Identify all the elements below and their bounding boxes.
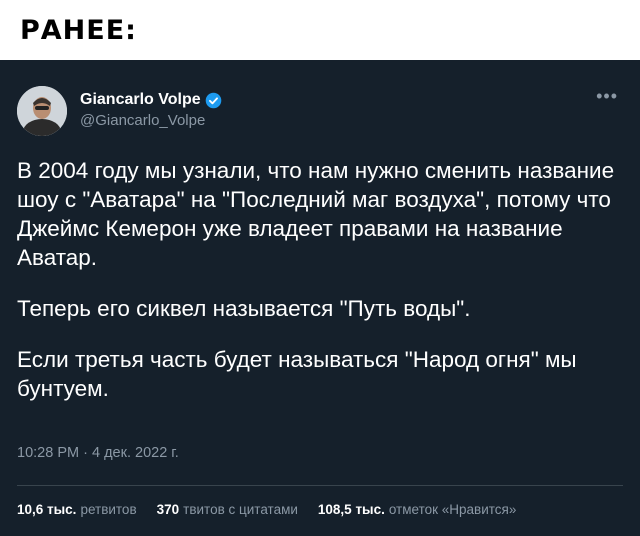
more-options-icon[interactable]: •••: [596, 86, 618, 107]
separator: ·: [83, 445, 88, 461]
tweet-time: 10:28 PM: [17, 445, 80, 461]
verified-badge-icon: [205, 92, 221, 108]
tweet-card: Giancarlo Volpe @Giancarlo_Volpe ••• В 2…: [0, 60, 640, 536]
retweets-count: 10,6 тыс.: [17, 502, 77, 517]
likes-label: отметок «Нравится»: [388, 502, 517, 517]
avatar[interactable]: [17, 86, 67, 136]
top-banner: РАНЕЕ:: [0, 0, 640, 60]
author-name-row: Giancarlo Volpe: [80, 91, 222, 109]
likes-count: 108,5 тыс.: [317, 502, 385, 517]
banner-label: РАНЕЕ:: [20, 15, 137, 46]
quotes-label: твитов с цитатами: [183, 502, 298, 517]
quotes-stat[interactable]: 370 твитов с цитатами: [157, 502, 298, 517]
tweet-timestamp[interactable]: 10:28 PM · 4 дек. 2022 г.: [17, 445, 179, 461]
quotes-count: 370: [156, 502, 180, 517]
divider: [17, 485, 623, 486]
user-handle[interactable]: @Giancarlo_Volpe: [80, 112, 205, 129]
tweet-text: В 2004 году мы узнали, что нам нужно сме…: [17, 156, 627, 425]
likes-stat[interactable]: 108,5 тыс. отметок «Нравится»: [318, 502, 516, 517]
display-name[interactable]: Giancarlo Volpe: [80, 91, 201, 109]
tweet-paragraph: В 2004 году мы узнали, что нам нужно сме…: [17, 158, 615, 270]
tweet-paragraph: Если третья часть будет называться "Наро…: [17, 347, 577, 401]
tweet-paragraph: Теперь его сиквел называется "Путь воды"…: [17, 296, 471, 321]
engagement-stats: 10,6 тыс. ретвитов 370 твитов с цитатами 1…: [17, 502, 516, 517]
retweets-stat[interactable]: 10,6 тыс. ретвитов: [17, 502, 137, 517]
retweets-label: ретвитов: [80, 502, 137, 517]
tweet-date: 4 дек. 2022 г.: [91, 445, 179, 461]
